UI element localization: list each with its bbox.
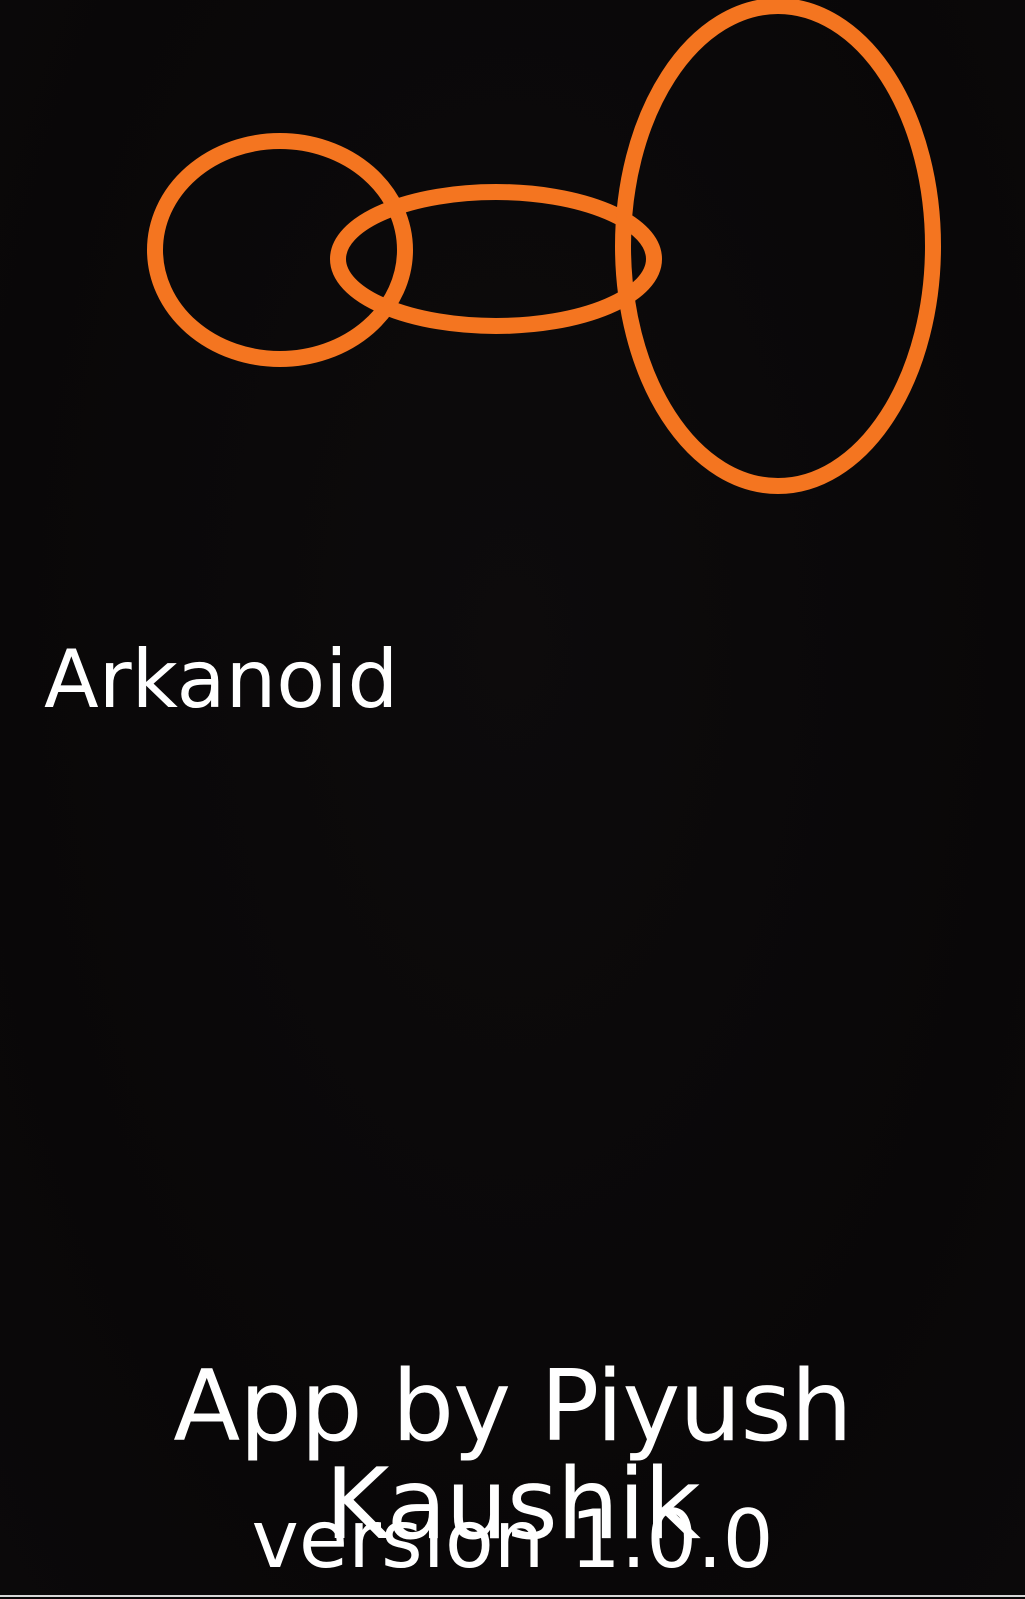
app-title: Arkanoid bbox=[44, 633, 399, 726]
logo-rings-icon bbox=[147, 0, 941, 494]
right-ring bbox=[615, 0, 941, 494]
version-label: version 1.0.0 bbox=[251, 1493, 774, 1586]
splash-screen: Arkanoid App by Piyush Kaushik version 1… bbox=[0, 0, 1025, 1599]
bottom-divider bbox=[0, 1595, 1025, 1597]
left-ring bbox=[147, 133, 413, 367]
middle-ring bbox=[330, 184, 662, 334]
